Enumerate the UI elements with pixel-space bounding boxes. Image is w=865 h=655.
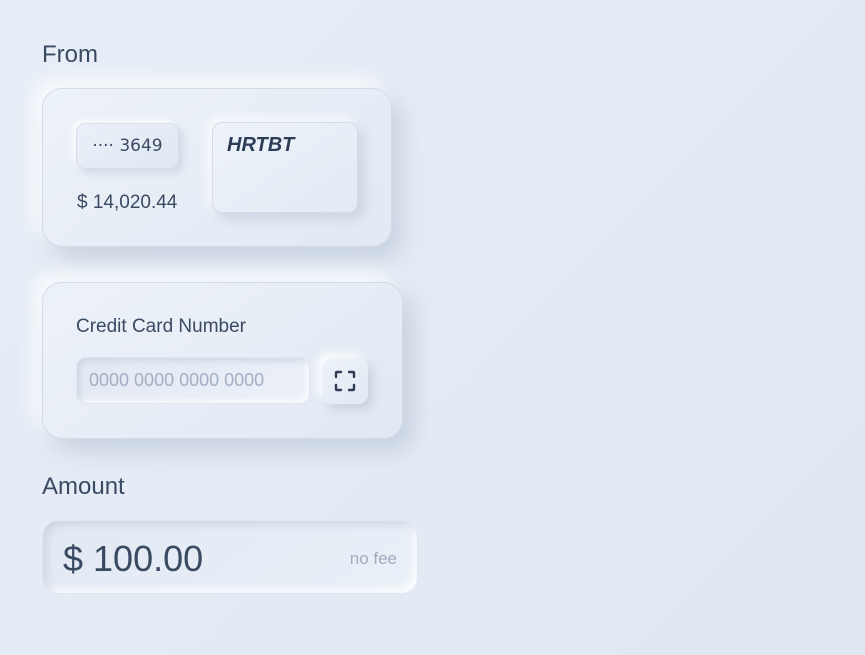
payment-card-thumbnail[interactable]: HRTBT bbox=[212, 122, 358, 213]
amount-input[interactable]: $ 100.00 no fee bbox=[42, 520, 418, 594]
amount-value: $ 100.00 bbox=[63, 538, 204, 579]
scan-card-button[interactable] bbox=[322, 358, 368, 404]
account-number-masked: ···· 3649 bbox=[76, 123, 179, 169]
credit-card-number-label: Credit Card Number bbox=[76, 316, 246, 337]
from-label: From bbox=[42, 41, 98, 68]
from-account-card[interactable]: ···· 3649 $ 14,020.44 HRTBT bbox=[42, 88, 392, 247]
credit-card-number-input[interactable] bbox=[76, 357, 310, 404]
account-balance: $ 14,020.44 bbox=[77, 192, 178, 213]
credit-card-panel: Credit Card Number bbox=[42, 282, 403, 439]
scan-frame-icon bbox=[334, 370, 356, 392]
card-brand-label: HRTBT bbox=[227, 134, 295, 156]
amount-label: Amount bbox=[42, 473, 125, 500]
fee-note: no fee bbox=[349, 549, 397, 568]
